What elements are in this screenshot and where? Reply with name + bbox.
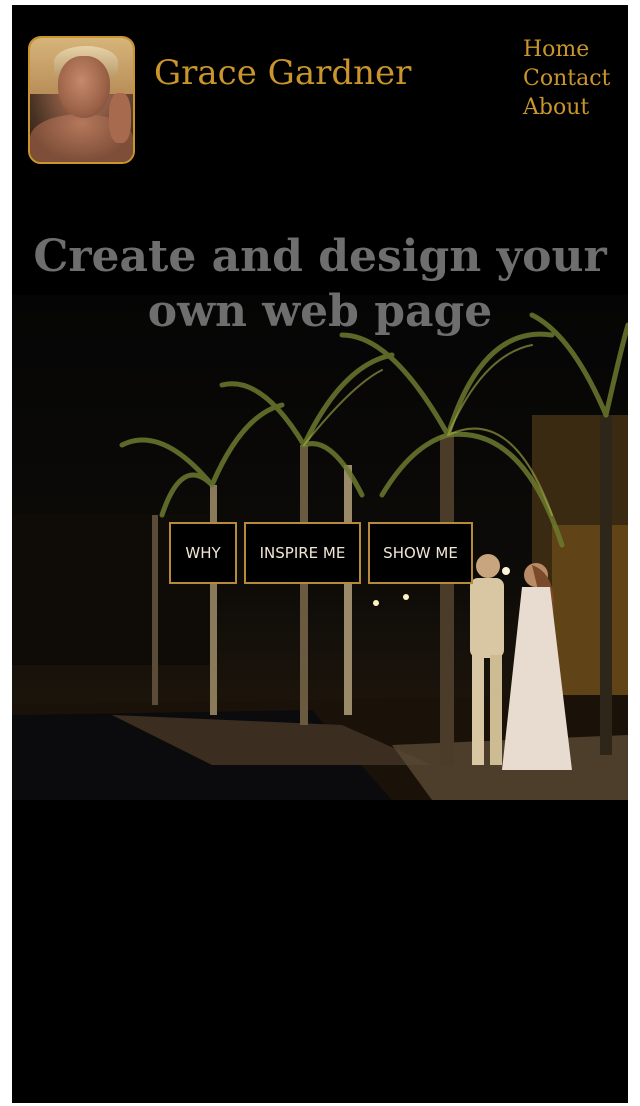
nav-link-about[interactable]: About bbox=[523, 93, 627, 122]
page: Grace Gardner Home Contact About Create … bbox=[12, 5, 628, 1103]
garden-light bbox=[373, 600, 379, 606]
hero-buttons: WHY INSPIRE ME SHOW ME bbox=[169, 522, 473, 584]
garden-light bbox=[403, 594, 409, 600]
palm-trunk bbox=[300, 445, 308, 725]
palm-trunk bbox=[152, 515, 158, 705]
palm-highlights bbox=[303, 344, 553, 516]
avatar-hand bbox=[109, 93, 131, 143]
avatar bbox=[28, 36, 135, 164]
hero-headline: Create and design your own web page bbox=[33, 231, 607, 337]
nav-link-contact[interactable]: Contact bbox=[523, 64, 627, 93]
palm-trunk bbox=[344, 465, 352, 715]
garden-light bbox=[502, 567, 510, 575]
palm-trunk bbox=[600, 415, 612, 755]
main-nav: Home Contact About bbox=[523, 35, 627, 122]
palm-trunk bbox=[440, 435, 454, 765]
inspire-me-button[interactable]: INSPIRE ME bbox=[244, 522, 361, 584]
site-title[interactable]: Grace Gardner bbox=[154, 51, 411, 95]
why-button[interactable]: WHY bbox=[169, 522, 237, 584]
lit-doorway bbox=[552, 525, 628, 695]
show-me-button[interactable]: SHOW ME bbox=[368, 522, 473, 584]
avatar-face bbox=[58, 56, 110, 118]
nav-link-home[interactable]: Home bbox=[523, 35, 627, 64]
palm-trunk bbox=[210, 485, 217, 715]
